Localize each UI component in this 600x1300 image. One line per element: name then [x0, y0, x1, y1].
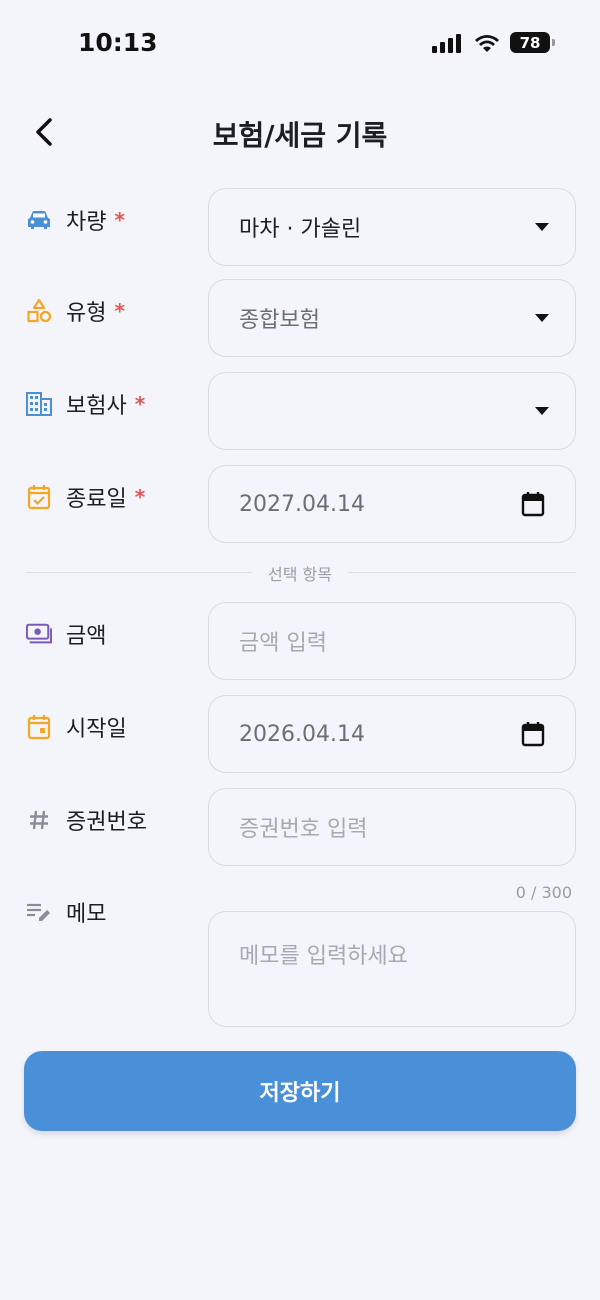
start-date-label-text: 시작일: [66, 717, 127, 742]
vehicle-select[interactable]: 마차 · 가솔린: [208, 188, 576, 266]
signal-icon: [432, 33, 461, 53]
memo-char-counter: 0 / 300: [515, 883, 572, 902]
calendar-icon[interactable]: [521, 491, 545, 517]
amount-label: 금액: [26, 618, 106, 650]
policy-number-placeholder: 증권번호 입력: [239, 817, 368, 842]
page-title: 보험/세금 기록: [212, 119, 388, 152]
battery-indicator: 78: [510, 32, 555, 53]
memo-textarea[interactable]: 메모를 입력하세요: [208, 911, 576, 1027]
vehicle-select-value: 마차 · 가솔린: [239, 217, 362, 242]
policy-number-label: 증권번호: [26, 804, 147, 836]
status-bar: 10:13 78: [0, 0, 600, 90]
wifi-icon: [475, 34, 499, 52]
amount-input[interactable]: 금액 입력: [208, 602, 576, 680]
end-date-value: 2027.04.14: [239, 491, 365, 517]
type-label: 유형 *: [26, 295, 125, 327]
car-icon: [26, 207, 52, 233]
required-mark: *: [134, 485, 146, 509]
shapes-icon: [26, 298, 52, 324]
status-time: 10:13: [78, 28, 158, 57]
calendar-check-icon: [26, 484, 52, 510]
required-mark: *: [114, 208, 125, 232]
end-date-input[interactable]: 2027.04.14: [208, 465, 576, 543]
type-select-value: 종합보험: [239, 308, 320, 333]
status-icons: 78: [432, 32, 555, 53]
required-mark: *: [114, 299, 125, 323]
building-icon: [26, 391, 52, 417]
hash-icon: [26, 807, 52, 833]
caret-down-icon: [535, 407, 549, 415]
memo-label: 메모: [26, 896, 106, 928]
policy-number-input[interactable]: 증권번호 입력: [208, 788, 576, 866]
calendar-icon: [26, 714, 52, 740]
insurer-label-text: 보험사: [66, 394, 127, 419]
optional-section-label: 선택 항목: [0, 561, 600, 585]
caret-down-icon: [535, 314, 549, 322]
vehicle-label: 차량 *: [26, 204, 125, 236]
end-date-label: 종료일 *: [26, 481, 145, 513]
caret-down-icon: [535, 223, 549, 231]
cash-icon: [26, 621, 52, 647]
end-date-label-text: 종료일: [66, 487, 127, 512]
type-label-text: 유형: [66, 301, 107, 326]
start-date-label: 시작일: [26, 711, 127, 743]
insurer-select[interactable]: [208, 372, 576, 450]
amount-label-text: 금액: [66, 624, 107, 649]
start-date-value: 2026.04.14: [239, 721, 365, 747]
optional-section-text: 선택 항목: [252, 565, 348, 584]
calendar-icon[interactable]: [521, 721, 545, 747]
start-date-input[interactable]: 2026.04.14: [208, 695, 576, 773]
save-button[interactable]: 저장하기: [24, 1051, 576, 1131]
policy-number-label-text: 증권번호: [66, 810, 147, 835]
type-select[interactable]: 종합보험: [208, 279, 576, 357]
edit-note-icon: [26, 899, 52, 925]
required-mark: *: [134, 392, 146, 416]
amount-placeholder: 금액 입력: [239, 631, 327, 656]
insurer-label: 보험사 *: [26, 388, 145, 420]
vehicle-label-text: 차량: [66, 210, 107, 235]
header: 보험/세금 기록: [0, 100, 600, 164]
memo-label-text: 메모: [66, 902, 107, 927]
memo-placeholder: 메모를 입력하세요: [239, 944, 408, 969]
